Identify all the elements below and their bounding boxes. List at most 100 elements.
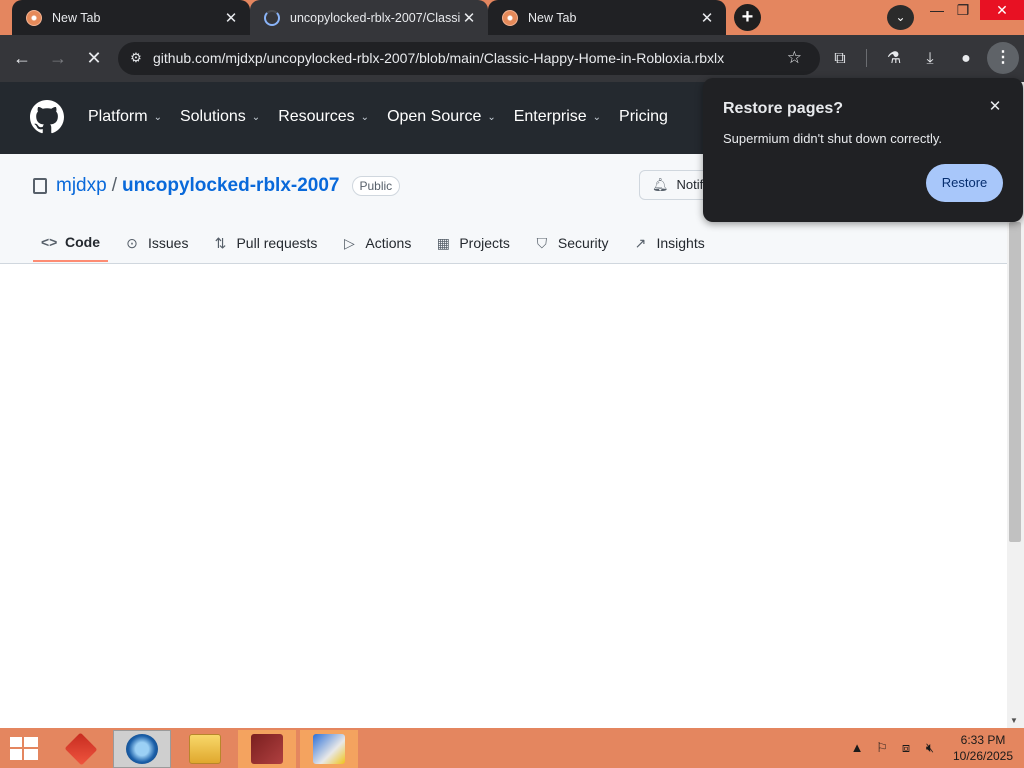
nav-label: Pricing bbox=[619, 108, 668, 125]
chevron-down-icon: ⌄ bbox=[592, 111, 602, 123]
github-main-nav: Platform ⌄ Solutions ⌄ Resources ⌄ Open Sou… bbox=[88, 108, 686, 126]
minimize-button[interactable]: — bbox=[926, 0, 948, 20]
browser-tab-github[interactable]: uncopylocked-rblx-2007/Classic ✕ bbox=[250, 0, 488, 35]
forward-arrow-icon[interactable]: → bbox=[44, 44, 72, 72]
taskbar-app-browser[interactable] bbox=[113, 730, 171, 768]
nav-label: Open Source bbox=[387, 108, 482, 125]
browser-globe-icon bbox=[126, 734, 158, 764]
tab-title: New Tab bbox=[52, 10, 101, 25]
extensions-icon[interactable]: ⧉ bbox=[828, 47, 852, 71]
close-tab-icon[interactable]: ✕ bbox=[222, 9, 240, 27]
pull-request-icon: ⇅ bbox=[214, 234, 227, 251]
chevron-down-icon: ⌄ bbox=[251, 111, 261, 123]
nav-label: Solutions bbox=[179, 108, 246, 125]
nav-pricing[interactable]: Pricing bbox=[619, 108, 668, 126]
tab-title: New Tab bbox=[528, 10, 577, 25]
scrollbar-thumb[interactable] bbox=[1009, 222, 1021, 542]
path-separator: / bbox=[111, 175, 117, 196]
popup-title: Restore pages? bbox=[723, 100, 844, 117]
tab-code[interactable]: <> Code bbox=[33, 224, 108, 262]
volume-muted-icon[interactable]: 🔇︎ bbox=[920, 728, 940, 768]
folder-icon bbox=[189, 734, 221, 764]
nav-enterprise[interactable]: Enterprise ⌄ bbox=[514, 108, 601, 126]
tab-issues[interactable]: ⊙ Issues bbox=[116, 224, 196, 262]
tab-label: Pull requests bbox=[236, 235, 318, 251]
red-cube-icon bbox=[64, 732, 98, 766]
new-tab-button[interactable]: + bbox=[734, 4, 761, 31]
windows-taskbar: ▲ ⚐ ⧈ 🔇︎ 6:33 PM 10/26/2025 bbox=[0, 728, 1024, 768]
windows-start-icon[interactable] bbox=[10, 737, 38, 761]
labs-flask-icon[interactable]: ⚗ bbox=[882, 47, 906, 71]
repo-tabs: <> Code ⊙ Issues ⇅ Pull requests ▷ Actio… bbox=[33, 224, 721, 264]
window-close-button[interactable]: ✕ bbox=[980, 0, 1024, 20]
browser-tab-new-tab-2[interactable]: New Tab ✕ bbox=[488, 0, 726, 35]
stop-loading-icon[interactable]: ✕ bbox=[80, 44, 108, 72]
graph-icon: ↗ bbox=[634, 234, 647, 251]
tab-projects[interactable]: ▦ Projects bbox=[427, 224, 518, 262]
clock-time: 6:33 PM bbox=[960, 733, 1006, 747]
tab-actions[interactable]: ▷ Actions bbox=[333, 224, 419, 262]
clock-date: 10/26/2025 bbox=[952, 749, 1014, 763]
site-info-icon[interactable]: ⚙ bbox=[128, 50, 144, 66]
shield-icon: ⛉ bbox=[536, 234, 548, 251]
download-icon[interactable]: ⤓ bbox=[918, 47, 942, 71]
back-arrow-icon[interactable]: ← bbox=[8, 44, 36, 72]
repo-name-link[interactable]: uncopylocked-rblx-2007 bbox=[122, 175, 340, 197]
network-icon[interactable]: ⧈ bbox=[896, 728, 916, 768]
new-tab-favicon-icon bbox=[26, 9, 42, 26]
nav-solutions[interactable]: Solutions ⌄ bbox=[180, 108, 260, 126]
nav-platform[interactable]: Platform ⌄ bbox=[88, 108, 162, 126]
tab-label: Insights bbox=[656, 235, 705, 251]
chevron-down-icon: ⌄ bbox=[487, 111, 496, 123]
close-icon[interactable]: ✕ bbox=[986, 98, 1004, 116]
setup-app-icon bbox=[313, 734, 345, 764]
close-tab-icon[interactable]: ✕ bbox=[698, 9, 716, 27]
tab-label: Security bbox=[557, 235, 609, 251]
restore-button[interactable]: Restore bbox=[926, 164, 1003, 202]
tab-security[interactable]: ⛉ Security bbox=[526, 224, 617, 262]
repo-owner-link[interactable]: mjdxp bbox=[56, 175, 107, 197]
toolbar-divider bbox=[866, 49, 867, 67]
loading-spinner-icon bbox=[264, 9, 280, 26]
table-icon: ▦ bbox=[436, 234, 450, 251]
address-bar[interactable]: ⚙ github.com/mjdxp/uncopylocked-rblx-200… bbox=[118, 42, 820, 75]
taskbar-app-setup[interactable] bbox=[300, 730, 358, 768]
play-icon: ▷ bbox=[344, 234, 355, 251]
taskbar-app-maroon[interactable] bbox=[238, 730, 296, 768]
repo-icon bbox=[33, 178, 47, 194]
tab-insights[interactable]: ↗ Insights bbox=[624, 224, 712, 262]
browser-tab-new-tab-1[interactable]: New Tab ✕ bbox=[12, 0, 250, 35]
github-logo-icon[interactable] bbox=[30, 100, 64, 134]
nav-resources[interactable]: Resources ⌄ bbox=[278, 108, 369, 126]
action-center-flag-icon[interactable]: ⚐ bbox=[872, 728, 892, 768]
tab-label: Issues bbox=[148, 235, 189, 251]
profile-icon[interactable]: ● bbox=[954, 47, 978, 71]
nav-label: Resources bbox=[278, 108, 355, 125]
close-tab-icon[interactable]: ✕ bbox=[460, 9, 478, 27]
system-clock[interactable]: 6:33 PM 10/26/2025 bbox=[945, 732, 1021, 764]
nav-label: Enterprise bbox=[513, 108, 587, 125]
nav-label: Platform bbox=[88, 108, 148, 125]
url-text[interactable]: github.com/mjdxp/uncopylocked-rblx-2007/… bbox=[153, 50, 724, 66]
bookmark-star-icon[interactable]: ☆ bbox=[787, 48, 802, 68]
maximize-button[interactable]: ❐ bbox=[952, 0, 974, 20]
taskbar-app-red-icon[interactable] bbox=[52, 730, 110, 768]
browser-menu-button[interactable]: ⋮ bbox=[987, 42, 1019, 74]
scroll-down-arrow-icon[interactable]: ▼ bbox=[1010, 716, 1018, 725]
browser-toolbar: ← → ✕ ⚙ github.com/mjdxp/uncopylocked-rb… bbox=[0, 35, 1024, 82]
chevron-down-icon: ⌄ bbox=[360, 111, 370, 123]
nav-open-source[interactable]: Open Source ⌄ bbox=[387, 108, 496, 126]
restore-pages-popup: Restore pages? ✕ Supermium didn't shut d… bbox=[703, 78, 1023, 222]
screen: New Tab ✕ uncopylocked-rblx-2007/Classic… bbox=[0, 0, 1024, 768]
visibility-badge: Public bbox=[351, 176, 401, 196]
bell-icon: 🔔︎ bbox=[652, 177, 669, 192]
tab-label: Actions bbox=[365, 235, 412, 251]
tray-chevron-up-icon[interactable]: ▲ bbox=[848, 728, 866, 768]
tab-label: Code bbox=[65, 234, 100, 250]
issue-icon: ⊙ bbox=[126, 234, 138, 251]
tab-search-button[interactable]: ⌄ bbox=[887, 5, 914, 30]
tab-pull-requests[interactable]: ⇅ Pull requests bbox=[204, 224, 325, 262]
repo-title: mjdxp / uncopylocked-rblx-2007 Public bbox=[33, 175, 401, 197]
taskbar-app-explorer[interactable] bbox=[176, 730, 234, 768]
popup-message: Supermium didn't shut down correctly. bbox=[723, 131, 943, 146]
